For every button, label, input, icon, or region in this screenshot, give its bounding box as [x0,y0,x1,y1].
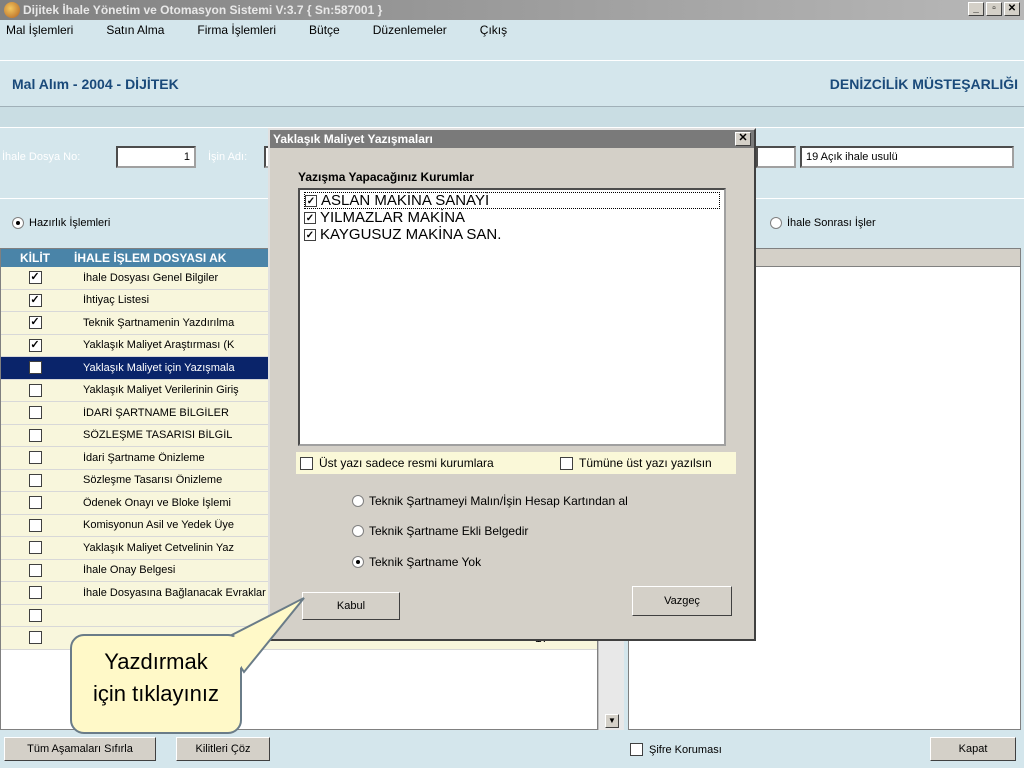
callout-pointer-cover [226,601,300,668]
